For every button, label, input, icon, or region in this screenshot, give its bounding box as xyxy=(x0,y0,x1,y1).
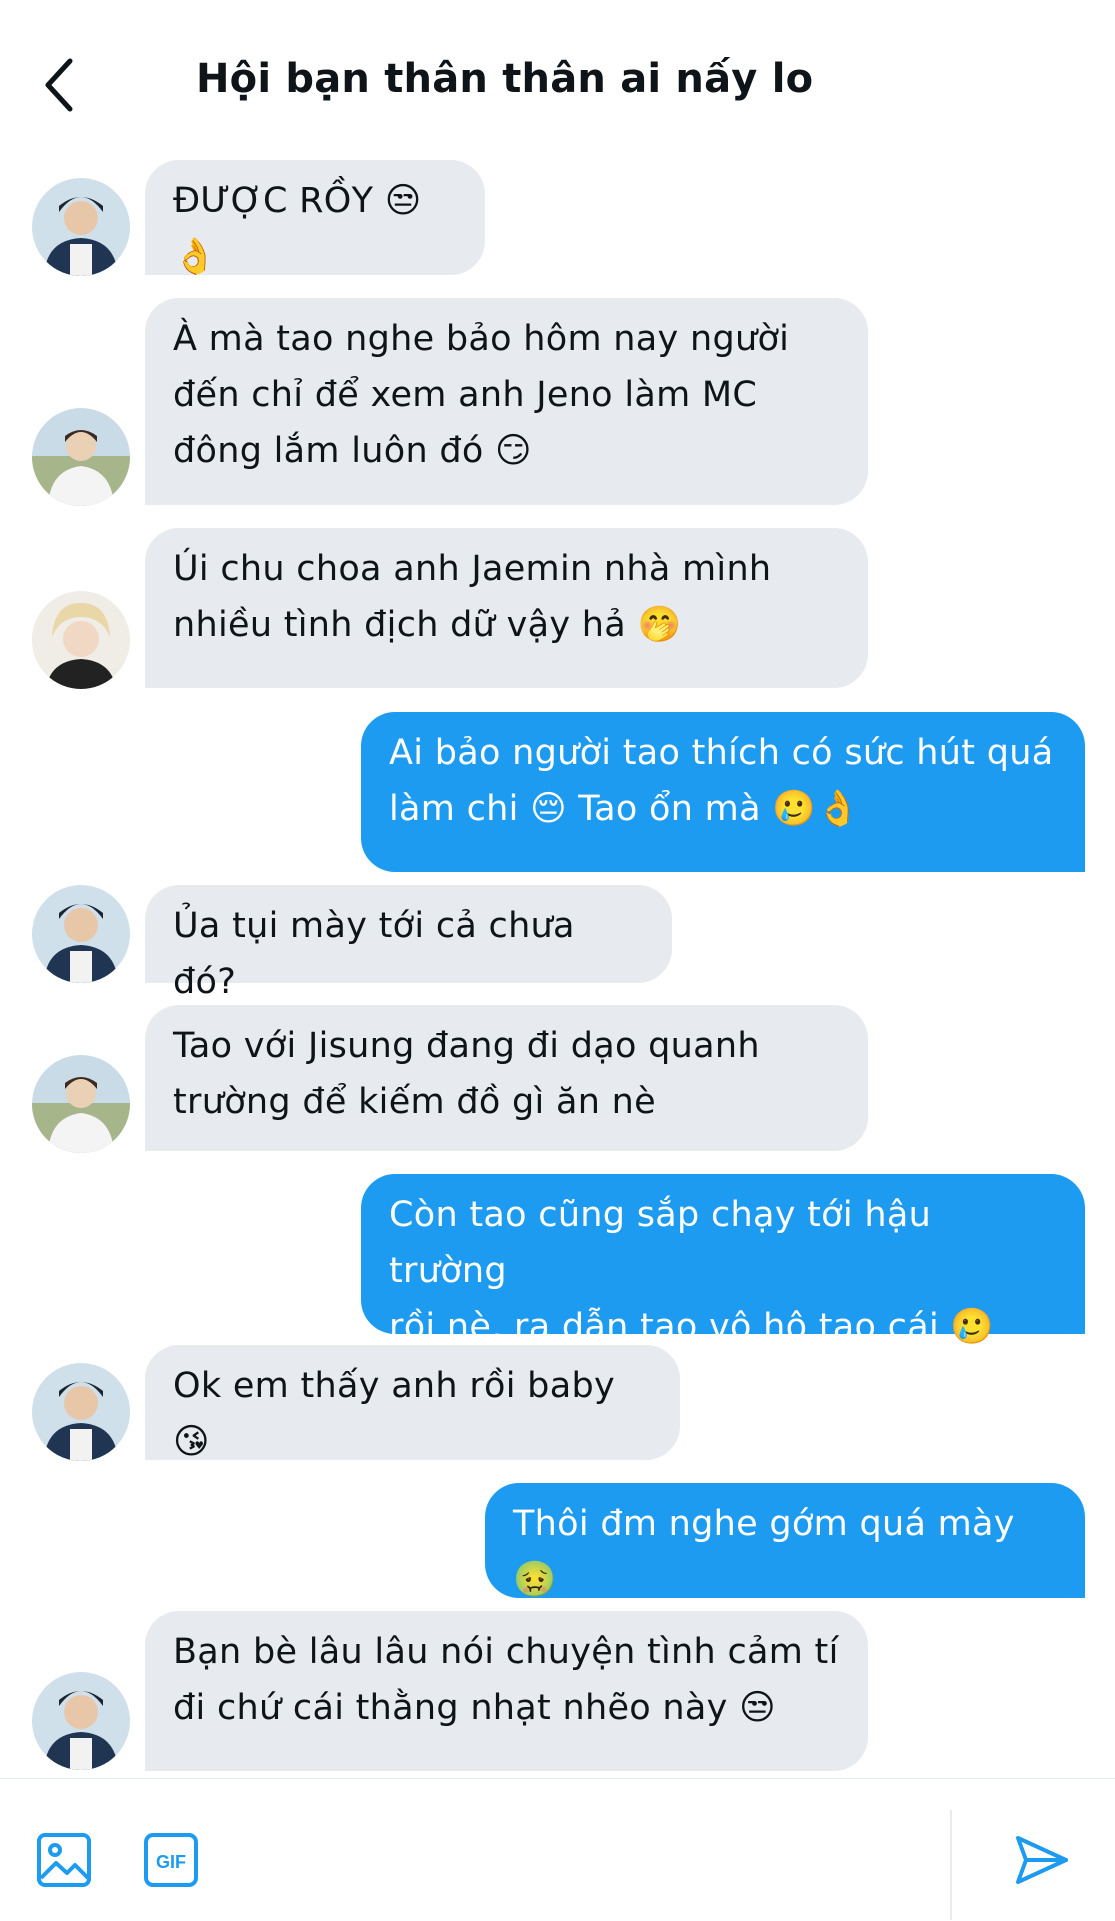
avatar-user-a[interactable] xyxy=(32,1363,130,1461)
message-bubble-incoming: Bạn bè lâu lâu nói chuyện tình cảm tí đi… xyxy=(145,1611,868,1771)
gif-icon: GIF xyxy=(144,1833,198,1887)
avatar-user-a[interactable] xyxy=(32,1672,130,1770)
chevron-left-icon xyxy=(45,58,73,112)
composer-divider xyxy=(950,1810,952,1920)
gif-label: GIF xyxy=(156,1852,186,1872)
image-button[interactable] xyxy=(36,1832,92,1888)
gif-button[interactable]: GIF xyxy=(143,1832,199,1888)
conversation-header: Hội bạn thân thân ai nấy lo xyxy=(0,0,1115,160)
send-button[interactable] xyxy=(1012,1830,1072,1890)
back-button[interactable] xyxy=(40,55,80,115)
message-bubble-incoming: À mà tao nghe bảo hôm nay người đến chỉ … xyxy=(145,298,868,505)
message-bubble-outgoing: Ai bảo người tao thích có sức hút quá là… xyxy=(361,712,1085,872)
message-bubble-incoming: Ok em thấy anh rồi baby 😘 xyxy=(145,1345,680,1462)
message-bubble-incoming: Úi chu choa anh Jaemin nhà mình nhiều tì… xyxy=(145,528,868,688)
avatar-user-a[interactable] xyxy=(32,885,130,983)
message-bubble-outgoing: Thôi đm nghe gớm quá mày 🤢 xyxy=(485,1483,1085,1600)
conversation-title: Hội bạn thân thân ai nấy lo xyxy=(196,56,814,102)
message-bubble-incoming: Tao với Jisung đang đi dạo quanh trường … xyxy=(145,1005,868,1151)
avatar-user-a[interactable] xyxy=(32,178,130,276)
avatar-user-b[interactable] xyxy=(32,1055,130,1153)
avatar-user-b[interactable] xyxy=(32,408,130,506)
image-icon xyxy=(37,1833,91,1887)
message-bubble-incoming: ĐƯỢC RỒY 😒👌 xyxy=(145,160,485,277)
send-icon xyxy=(1016,1836,1068,1884)
avatar-user-c[interactable] xyxy=(32,591,130,689)
message-bubble-outgoing: Còn tao cũng sắp chạy tới hậu trường rồi… xyxy=(361,1174,1085,1347)
message-bubble-incoming: Ủa tụi mày tới cả chưa đó? xyxy=(145,885,672,1002)
